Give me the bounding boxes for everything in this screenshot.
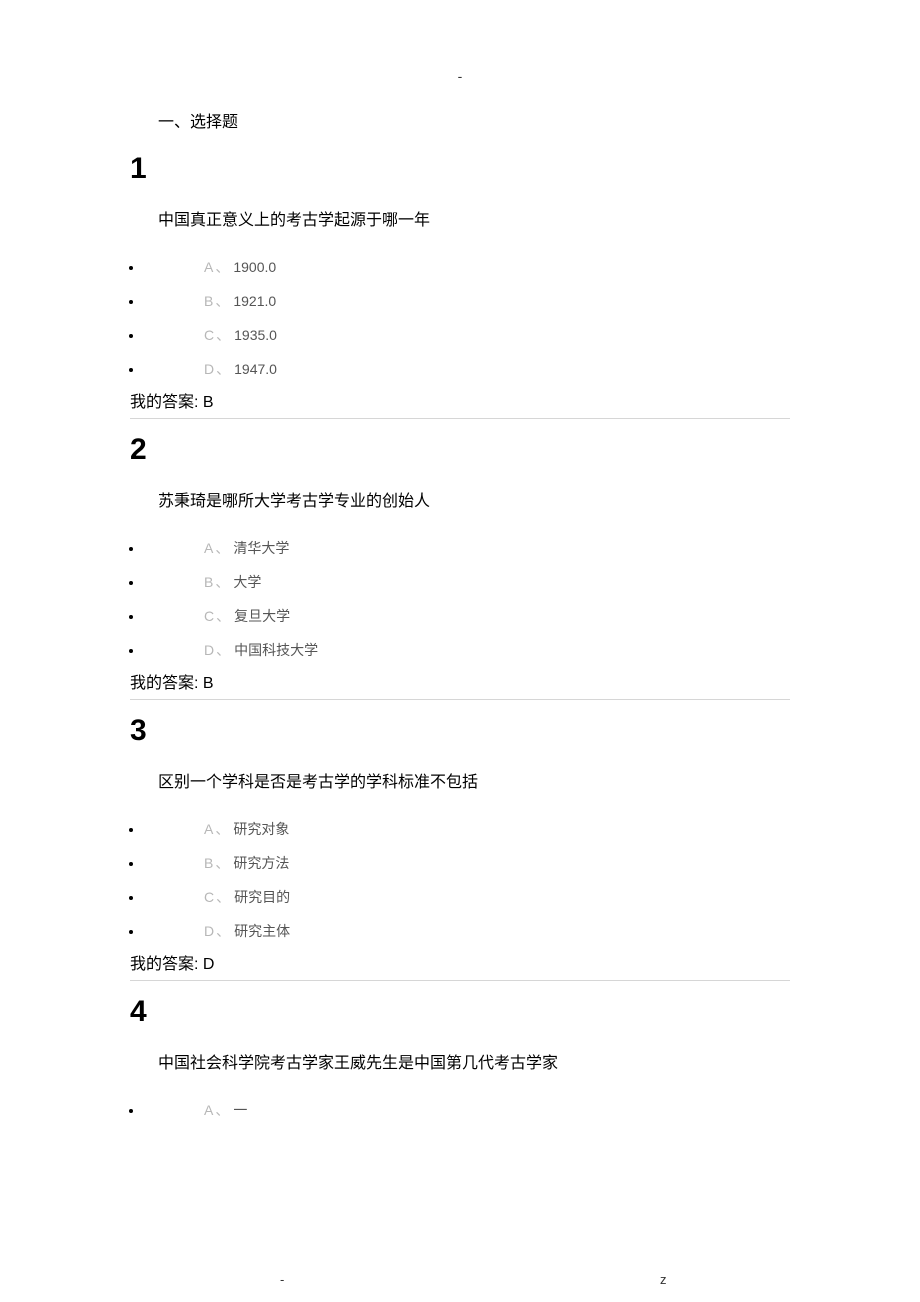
- option-separator: 、: [215, 855, 229, 871]
- option-wrap: B、大学: [144, 572, 261, 592]
- section-title: 一、选择题: [130, 108, 790, 132]
- option-separator: 、: [215, 821, 229, 837]
- option-item: A、1900.0: [144, 250, 790, 284]
- option-letter: C: [204, 889, 214, 905]
- option-separator: 、: [215, 574, 229, 590]
- option-item: C、研究目的: [144, 880, 790, 914]
- option-value: 清华大学: [233, 540, 289, 556]
- answer-value: B: [203, 675, 214, 692]
- answer-label: 我的答案:: [130, 675, 198, 692]
- option-wrap: B、研究方法: [144, 853, 289, 873]
- answer-label: 我的答案:: [130, 956, 198, 973]
- option-wrap: C、研究目的: [144, 887, 290, 907]
- option-value: 一: [233, 1102, 247, 1118]
- option-letter: A: [204, 1102, 213, 1118]
- option-wrap: C、1935.0: [144, 325, 277, 345]
- option-value: 复旦大学: [234, 608, 290, 624]
- option-value: 研究方法: [233, 855, 289, 871]
- question-number: 1: [130, 152, 790, 186]
- option-wrap: D、1947.0: [144, 359, 277, 379]
- option-value: 研究对象: [233, 821, 289, 837]
- option-letter: C: [204, 608, 214, 624]
- option-letter: D: [204, 923, 214, 939]
- option-wrap: A、清华大学: [144, 538, 289, 558]
- option-separator: 、: [216, 608, 230, 624]
- option-value: 研究主体: [234, 923, 290, 939]
- option-item: D、研究主体: [144, 914, 790, 948]
- question-text: 中国真正意义上的考古学起源于哪一年: [130, 206, 790, 230]
- option-item: A、一: [144, 1093, 790, 1127]
- answer-value: D: [203, 956, 215, 973]
- option-separator: 、: [216, 642, 230, 658]
- options-list: A、研究对象B、研究方法C、研究目的D、研究主体: [130, 812, 790, 948]
- option-letter: A: [204, 259, 213, 275]
- option-item: D、1947.0: [144, 352, 790, 386]
- document-content: 一、选择题 1中国真正意义上的考古学起源于哪一年A、1900.0B、1921.0…: [0, 60, 920, 1127]
- option-separator: 、: [216, 361, 230, 377]
- option-letter: B: [204, 293, 213, 309]
- option-item: B、研究方法: [144, 846, 790, 880]
- option-item: C、复旦大学: [144, 599, 790, 633]
- option-separator: 、: [216, 327, 230, 343]
- options-list: A、清华大学B、大学C、复旦大学D、中国科技大学: [130, 531, 790, 667]
- option-letter: B: [204, 574, 213, 590]
- option-value: 1921.0: [233, 293, 276, 309]
- option-letter: D: [204, 361, 214, 377]
- option-item: A、清华大学: [144, 531, 790, 565]
- option-letter: A: [204, 540, 213, 556]
- option-separator: 、: [216, 923, 230, 939]
- option-item: B、大学: [144, 565, 790, 599]
- question-number: 3: [130, 714, 790, 748]
- option-separator: 、: [215, 259, 229, 275]
- option-item: A、研究对象: [144, 812, 790, 846]
- divider: [130, 699, 790, 700]
- option-separator: 、: [215, 293, 229, 309]
- option-separator: 、: [215, 1102, 229, 1118]
- option-value: 1900.0: [233, 259, 276, 275]
- option-separator: 、: [216, 889, 230, 905]
- footer-z: z: [660, 1272, 667, 1287]
- option-value: 研究目的: [234, 889, 290, 905]
- divider: [130, 980, 790, 981]
- option-wrap: D、中国科技大学: [144, 640, 318, 660]
- question-number: 4: [130, 995, 790, 1029]
- question-text: 区别一个学科是否是考古学的学科标准不包括: [130, 768, 790, 792]
- option-letter: C: [204, 327, 214, 343]
- option-wrap: C、复旦大学: [144, 606, 290, 626]
- answer-value: B: [203, 394, 214, 411]
- option-wrap: A、一: [144, 1100, 247, 1120]
- question-text: 苏秉琦是哪所大学考古学专业的创始人: [130, 487, 790, 511]
- option-value: 1935.0: [234, 327, 277, 343]
- answer-row: 我的答案: D: [130, 950, 790, 974]
- options-list: A、一: [130, 1093, 790, 1127]
- questions-container: 1中国真正意义上的考古学起源于哪一年A、1900.0B、1921.0C、1935…: [130, 152, 790, 1127]
- options-list: A、1900.0B、1921.0C、1935.0D、1947.0: [130, 250, 790, 386]
- option-value: 大学: [233, 574, 261, 590]
- option-letter: A: [204, 821, 213, 837]
- option-value: 1947.0: [234, 361, 277, 377]
- answer-label: 我的答案:: [130, 394, 198, 411]
- answer-row: 我的答案: B: [130, 669, 790, 693]
- question-text: 中国社会科学院考古学家王威先生是中国第几代考古学家: [130, 1049, 790, 1073]
- footer-dash: -: [280, 1272, 284, 1287]
- option-item: D、中国科技大学: [144, 633, 790, 667]
- answer-row: 我的答案: B: [130, 388, 790, 412]
- divider: [130, 418, 790, 419]
- option-item: B、1921.0: [144, 284, 790, 318]
- option-wrap: A、研究对象: [144, 819, 289, 839]
- page-top-mark: -: [0, 68, 920, 84]
- question-number: 2: [130, 433, 790, 467]
- option-wrap: A、1900.0: [144, 257, 276, 277]
- option-separator: 、: [215, 540, 229, 556]
- option-item: C、1935.0: [144, 318, 790, 352]
- option-wrap: D、研究主体: [144, 921, 290, 941]
- option-letter: D: [204, 642, 214, 658]
- option-wrap: B、1921.0: [144, 291, 276, 311]
- option-letter: B: [204, 855, 213, 871]
- option-value: 中国科技大学: [234, 642, 318, 658]
